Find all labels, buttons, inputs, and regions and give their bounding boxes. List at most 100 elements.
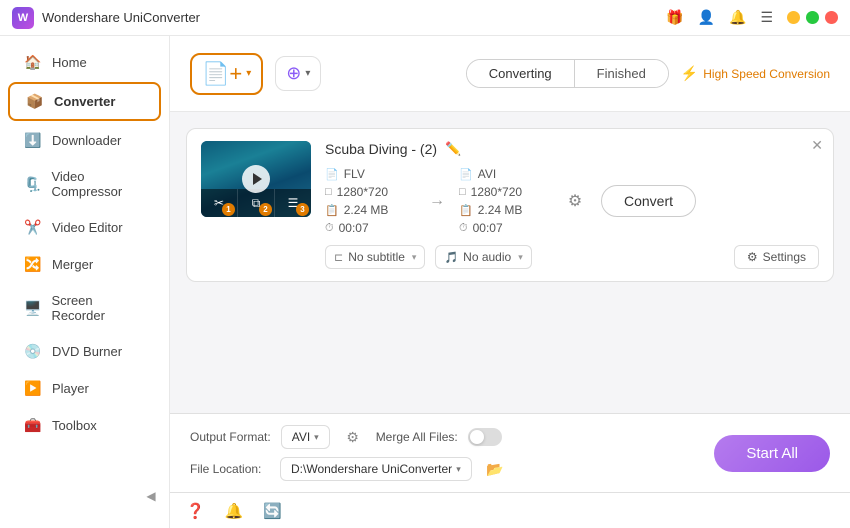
sidebar-item-downloader[interactable]: ⬇️ Downloader bbox=[8, 123, 161, 158]
file-name: Scuba Diving - (2) bbox=[325, 141, 437, 157]
toolbar: 📄+ ▾ ⊕ ▾ Converting Finished ⚡ High Spee… bbox=[170, 36, 850, 112]
play-button[interactable] bbox=[242, 165, 270, 193]
conversion-arrow-icon: → bbox=[429, 192, 445, 210]
high-speed-button[interactable]: ⚡ High Speed Conversion bbox=[681, 65, 830, 82]
file-info: Scuba Diving - (2) ✏️ 📄 FLV bbox=[325, 141, 819, 235]
target-format: AVI bbox=[478, 167, 496, 181]
subtitle-label: No subtitle bbox=[348, 250, 405, 264]
target-format-line: 📄 AVI bbox=[459, 167, 549, 181]
lightning-icon: ⚡ bbox=[681, 65, 698, 82]
add-url-button[interactable]: ⊕ ▾ bbox=[275, 56, 321, 91]
effects-tool-button[interactable]: ☰ 3 bbox=[275, 189, 311, 217]
output-format-settings-icon[interactable]: ⚙ bbox=[340, 424, 366, 450]
file-location-label: File Location: bbox=[190, 462, 270, 476]
sidebar-item-dvd-burner[interactable]: 💿 DVD Burner bbox=[8, 334, 161, 369]
tab-finished[interactable]: Finished bbox=[575, 60, 668, 87]
tab-switcher: Converting Finished bbox=[466, 59, 669, 88]
effects-badge: 3 bbox=[296, 203, 309, 216]
sidebar-label-editor: Video Editor bbox=[52, 220, 123, 235]
video-thumbnail[interactable]: ✂ 1 ⧉ 2 ☰ 3 bbox=[201, 141, 311, 217]
add-file-icon: 📄+ bbox=[202, 61, 242, 87]
sidebar-item-merger[interactable]: 🔀 Merger bbox=[8, 247, 161, 282]
target-dur-icon: ⏱ bbox=[459, 222, 468, 235]
tab-converting[interactable]: Converting bbox=[467, 60, 575, 87]
app-logo: W bbox=[12, 7, 34, 29]
sync-icon[interactable]: 🔄 bbox=[263, 502, 282, 520]
crop-badge: 2 bbox=[259, 203, 272, 216]
sidebar-label-converter: Converter bbox=[54, 94, 115, 109]
convert-button[interactable]: Convert bbox=[601, 185, 696, 217]
gift-icon[interactable]: 🎁 bbox=[666, 9, 683, 26]
merge-toggle[interactable] bbox=[468, 428, 502, 446]
settings-button[interactable]: ⚙ Settings bbox=[734, 245, 819, 269]
thumbnail-tools: ✂ 1 ⧉ 2 ☰ 3 bbox=[201, 189, 311, 217]
sidebar-label-downloader: Downloader bbox=[52, 133, 121, 148]
sidebar-label-recorder: Screen Recorder bbox=[51, 293, 145, 323]
subtitle-arrow-icon: ▾ bbox=[412, 252, 417, 263]
target-format-block: 📄 AVI □ 1280*720 📋 2.24 MB bbox=[459, 167, 549, 235]
sidebar-item-video-editor[interactable]: ✂️ Video Editor bbox=[8, 210, 161, 245]
settings-label: Settings bbox=[763, 250, 806, 264]
help-icon[interactable]: ❓ bbox=[186, 502, 205, 520]
titlebar: W Wondershare UniConverter 🎁 👤 🔔 ☰ bbox=[0, 0, 850, 36]
merger-icon: 🔀 bbox=[24, 256, 42, 273]
sidebar-item-player[interactable]: ▶️ Player bbox=[8, 371, 161, 406]
target-resolution: 1280*720 bbox=[471, 185, 522, 199]
bell-icon[interactable]: 🔔 bbox=[729, 9, 746, 26]
logo-letter: W bbox=[18, 12, 28, 24]
file-card-close-button[interactable]: ✕ bbox=[811, 137, 823, 154]
sidebar-label-dvd: DVD Burner bbox=[52, 344, 122, 359]
output-format-label: Output Format: bbox=[190, 430, 271, 444]
notification-icon[interactable]: 🔔 bbox=[225, 502, 244, 520]
editor-icon: ✂️ bbox=[24, 219, 42, 236]
subtitle-select[interactable]: ⊏ No subtitle ▾ bbox=[325, 245, 425, 269]
maximize-button[interactable] bbox=[806, 11, 819, 24]
sidebar: 🏠 Home 📦 Converter ⬇️ Downloader 🗜️ Vide… bbox=[0, 36, 170, 528]
file-location-select[interactable]: D:\Wondershare UniConverter ▾ bbox=[280, 457, 472, 481]
add-url-arrow: ▾ bbox=[305, 68, 310, 79]
format-settings-icon-button[interactable]: ⚙ bbox=[559, 185, 591, 217]
source-duration-line: ⏱ 00:07 bbox=[325, 221, 415, 235]
home-icon: 🏠 bbox=[24, 54, 42, 71]
target-size-line: 📋 2.24 MB bbox=[459, 203, 549, 217]
sidebar-item-toolbox[interactable]: 🧰 Toolbox bbox=[8, 408, 161, 443]
dvd-icon: 💿 bbox=[24, 343, 42, 360]
profile-icon[interactable]: 👤 bbox=[698, 9, 715, 26]
close-button[interactable] bbox=[825, 11, 838, 24]
conversion-row: 📄 FLV □ 1280*720 📋 2.24 MB bbox=[325, 167, 819, 235]
crop-tool-button[interactable]: ⧉ 2 bbox=[238, 189, 275, 217]
target-resolution-line: □ 1280*720 bbox=[459, 185, 549, 199]
output-format-value: AVI bbox=[292, 430, 310, 444]
compressor-icon: 🗜️ bbox=[24, 176, 41, 193]
edit-filename-icon[interactable]: ✏️ bbox=[445, 141, 461, 157]
audio-select[interactable]: 🎵 No audio ▾ bbox=[435, 245, 531, 269]
sidebar-label-compressor: Video Compressor bbox=[51, 169, 145, 199]
start-all-button[interactable]: Start All bbox=[714, 435, 830, 472]
file-location-browse-icon[interactable]: 📂 bbox=[482, 456, 508, 482]
hamburger-icon[interactable]: ☰ bbox=[760, 9, 773, 26]
content-area: 📄+ ▾ ⊕ ▾ Converting Finished ⚡ High Spee… bbox=[170, 36, 850, 528]
sidebar-item-home[interactable]: 🏠 Home bbox=[8, 45, 161, 80]
downloader-icon: ⬇️ bbox=[24, 132, 42, 149]
source-res-icon: □ bbox=[325, 186, 332, 198]
app-title: Wondershare UniConverter bbox=[42, 10, 666, 25]
minimize-button[interactable] bbox=[787, 11, 800, 24]
sidebar-item-screen-recorder[interactable]: 🖥️ Screen Recorder bbox=[8, 284, 161, 332]
output-format-select[interactable]: AVI ▾ bbox=[281, 425, 330, 449]
scissors-badge: 1 bbox=[222, 203, 235, 216]
sidebar-label-home: Home bbox=[52, 55, 87, 70]
add-file-button[interactable]: 📄+ ▾ bbox=[190, 53, 263, 95]
target-size-icon: 📋 bbox=[459, 204, 473, 217]
sidebar-item-converter[interactable]: 📦 Converter bbox=[8, 82, 161, 121]
status-bar: ❓ 🔔 🔄 bbox=[170, 492, 850, 528]
sidebar-collapse-button[interactable]: ◀ bbox=[141, 476, 161, 516]
source-format-icon: 📄 bbox=[325, 168, 339, 181]
scissors-tool-button[interactable]: ✂ 1 bbox=[201, 189, 238, 217]
target-duration-line: ⏱ 00:07 bbox=[459, 221, 549, 235]
source-format-block: 📄 FLV □ 1280*720 📋 2.24 MB bbox=[325, 167, 415, 235]
source-size: 2.24 MB bbox=[344, 203, 389, 217]
toggle-knob bbox=[470, 430, 484, 444]
recorder-icon: 🖥️ bbox=[24, 300, 41, 317]
sidebar-item-video-compressor[interactable]: 🗜️ Video Compressor bbox=[8, 160, 161, 208]
file-name-row: Scuba Diving - (2) ✏️ bbox=[325, 141, 819, 157]
